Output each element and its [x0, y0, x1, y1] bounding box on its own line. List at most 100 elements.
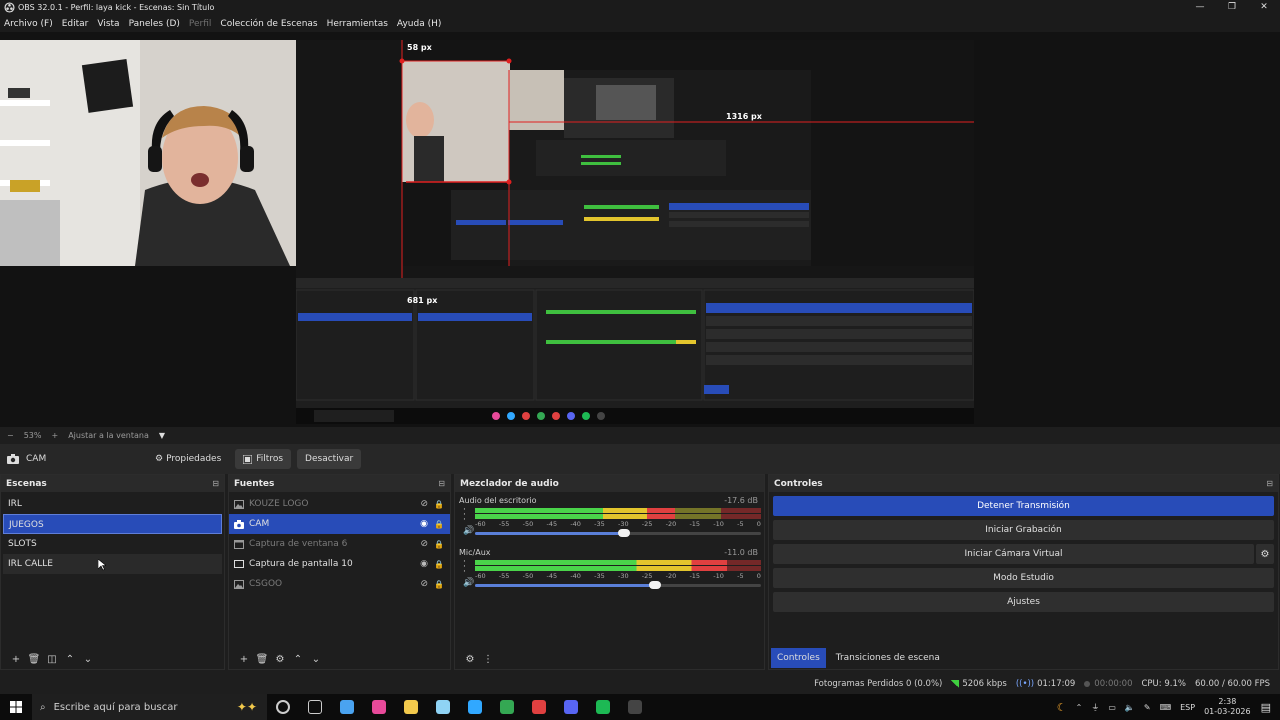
tab-controls[interactable]: Controles	[771, 648, 826, 668]
photoshop-icon[interactable]	[459, 694, 491, 720]
start-virtual-camera-button[interactable]: Iniciar Cámara Virtual	[773, 544, 1254, 564]
kebab-menu-icon[interactable]: · · ·	[463, 506, 466, 525]
move-down-icon[interactable]: ⌄	[79, 654, 97, 665]
hidden-eye-icon[interactable]: ⊘	[420, 499, 428, 509]
sources-title: Fuentes	[234, 478, 275, 489]
scene-item[interactable]: SLOTS	[3, 534, 222, 554]
channel-name: Audio del escritorio	[459, 496, 537, 505]
spotify-icon[interactable]	[587, 694, 619, 720]
app-red-icon[interactable]	[523, 694, 555, 720]
menu-scene-collection[interactable]: Colección de Escenas	[220, 19, 317, 29]
source-item[interactable]: Captura de pantalla 10 ◉ 🔒	[229, 554, 450, 574]
window-capture-icon	[234, 539, 244, 549]
move-up-icon[interactable]: ⌃	[61, 654, 79, 665]
lock-icon[interactable]: 🔒	[434, 520, 444, 529]
taskbar-search[interactable]: ⌕ Escribe aquí para buscar ✦✦	[32, 694, 267, 720]
settings-button[interactable]: Ajustes	[773, 592, 1274, 612]
studio-mode-button[interactable]: Modo Estudio	[773, 568, 1274, 588]
minimize-button[interactable]: —	[1184, 0, 1216, 15]
task-view-icon[interactable]	[299, 694, 331, 720]
menu-docks[interactable]: Paneles (D)	[129, 19, 180, 29]
scene-item[interactable]: JUEGOS	[3, 514, 222, 534]
trash-icon[interactable]: 🗑	[253, 654, 271, 665]
lock-icon[interactable]: 🔒	[434, 500, 444, 509]
discord-icon[interactable]	[555, 694, 587, 720]
lock-icon[interactable]: 🔒	[434, 540, 444, 549]
source-item[interactable]: CAM ◉ 🔒	[229, 514, 450, 534]
speaker-icon[interactable]: 🔊	[463, 526, 474, 536]
copilot-icon[interactable]	[331, 694, 363, 720]
menu-file[interactable]: Archivo (F)	[4, 19, 53, 29]
preview-canvas[interactable]: 58 px 1316 px 681 px	[0, 32, 1280, 427]
zoom-dropdown-icon[interactable]: ▼	[159, 431, 165, 440]
file-explorer-icon[interactable]	[395, 694, 427, 720]
scene-item[interactable]: IRL	[3, 494, 222, 514]
zoom-out-button[interactable]: −	[7, 431, 14, 440]
app-pink-icon[interactable]	[363, 694, 395, 720]
eye-icon[interactable]: ◉	[420, 519, 428, 529]
trash-icon[interactable]: 🗑	[25, 654, 43, 665]
filters-button[interactable]: Filtros	[235, 449, 292, 469]
language-indicator[interactable]: ESP	[1180, 703, 1195, 712]
selected-source-name: CAM	[26, 454, 47, 464]
deactivate-button[interactable]: Desactivar	[297, 449, 362, 469]
lock-icon[interactable]: 🔒	[434, 580, 444, 589]
chrome-icon[interactable]	[491, 694, 523, 720]
slider-handle[interactable]	[617, 529, 630, 537]
popout-icon[interactable]: ⊟	[212, 479, 219, 488]
close-button[interactable]: ✕	[1248, 0, 1280, 15]
chevron-up-icon[interactable]: ⌃	[1076, 703, 1083, 712]
volume-icon[interactable]: 🔈	[1125, 703, 1135, 712]
add-scene-icon[interactable]: +	[7, 654, 25, 665]
popout-icon[interactable]: ⊟	[1266, 479, 1273, 488]
menu-edit[interactable]: Editar	[62, 19, 89, 29]
clock[interactable]: 2:38 01-03-2026	[1204, 697, 1251, 717]
advanced-audio-icon[interactable]: ⚙	[461, 654, 479, 665]
windows-start-icon[interactable]	[0, 701, 32, 713]
scene-filter-icon[interactable]: ◫	[43, 654, 61, 665]
menu-help[interactable]: Ayuda (H)	[397, 19, 441, 29]
volume-slider[interactable]	[475, 529, 761, 537]
stop-streaming-button[interactable]: Detener Transmisión	[773, 496, 1274, 516]
speaker-icon[interactable]: 🔊	[463, 578, 474, 588]
source-item[interactable]: KOUZE LOGO ⊘ 🔒	[229, 494, 450, 514]
hidden-eye-icon[interactable]: ⊘	[420, 539, 428, 549]
hidden-eye-icon[interactable]: ⊘	[420, 579, 428, 589]
keyboard-icon[interactable]: ⌨	[1160, 703, 1172, 712]
pen-icon[interactable]: ✎	[1144, 703, 1151, 712]
add-source-icon[interactable]: +	[235, 654, 253, 665]
nested-capture-image	[296, 40, 974, 424]
popout-icon[interactable]: ⊟	[438, 479, 445, 488]
kebab-menu-icon[interactable]: · · ·	[463, 558, 466, 577]
move-up-icon[interactable]: ⌃	[289, 654, 307, 665]
usb-icon[interactable]: ⏚	[1091, 702, 1099, 713]
start-recording-button[interactable]: Iniciar Grabación	[773, 520, 1274, 540]
gear-icon[interactable]: ⚙	[271, 654, 289, 665]
controls-title: Controles	[774, 478, 823, 489]
slider-handle[interactable]	[649, 581, 662, 589]
night-mode-icon[interactable]: ☾	[1057, 701, 1067, 714]
source-item[interactable]: CSGOO ⊘ 🔒	[229, 574, 450, 594]
virtual-camera-settings-icon[interactable]: ⚙	[1256, 544, 1274, 564]
network-icon[interactable]: ▭	[1108, 703, 1116, 712]
notifications-icon[interactable]: ▤	[1261, 701, 1271, 714]
source-item[interactable]: Captura de ventana 6 ⊘ 🔒	[229, 534, 450, 554]
cortana-icon[interactable]	[267, 694, 299, 720]
volume-slider[interactable]	[475, 581, 761, 589]
zoom-in-button[interactable]: +	[51, 431, 58, 440]
obs-icon[interactable]	[619, 694, 651, 720]
eye-icon[interactable]: ◉	[420, 559, 428, 569]
properties-label: Propiedades	[166, 454, 222, 464]
menu-view[interactable]: Vista	[97, 19, 119, 29]
restore-button[interactable]: ❐	[1216, 0, 1248, 15]
kebab-menu-icon[interactable]: ⋮	[479, 654, 497, 665]
scene-item[interactable]: IRL CALLE	[3, 554, 222, 574]
move-down-icon[interactable]: ⌄	[307, 654, 325, 665]
notepad-icon[interactable]	[427, 694, 459, 720]
lock-icon[interactable]: 🔒	[434, 560, 444, 569]
tab-scene-transitions[interactable]: Transiciones de escena	[830, 648, 946, 668]
search-icon: ⌕	[40, 701, 46, 713]
properties-button[interactable]: ⚙ Propiedades	[147, 449, 229, 469]
zoom-fit-label[interactable]: Ajustar a la ventana	[68, 431, 149, 440]
menu-tools[interactable]: Herramientas	[327, 19, 388, 29]
